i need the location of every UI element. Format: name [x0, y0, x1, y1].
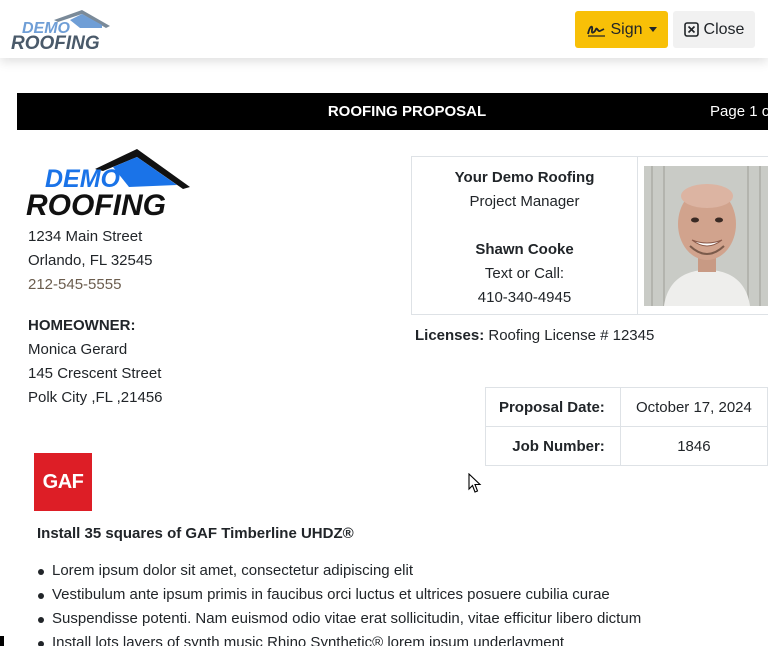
scope-bullet-list: Lorem ipsum dolor sit amet, consectetur …: [37, 559, 641, 646]
demo-roofing-logo[interactable]: DEMO ROOFING: [10, 8, 114, 52]
list-item: Lorem ipsum dolor sit amet, consectetur …: [37, 559, 641, 583]
contact-card: Your Demo Roofing Project Manager Shawn …: [411, 156, 768, 315]
page-indicator: Page 1 o: [710, 103, 768, 120]
contact-call-label: Text or Call:: [484, 265, 565, 282]
chevron-down-icon: [648, 27, 657, 32]
licenses-line: Licenses: Roofing License # 12345: [415, 327, 654, 344]
document-header-bar: ROOFING PROPOSAL Page 1 o: [17, 93, 768, 130]
contact-company: Your Demo Roofing: [454, 169, 595, 186]
close-button-label: Close: [703, 20, 745, 38]
homeowner-street: 145 Crescent Street: [28, 365, 162, 382]
company-street: 1234 Main Street: [28, 228, 143, 245]
company-phone-link[interactable]: 212-545-5555: [28, 273, 153, 297]
job-number-label: Job Number:: [485, 426, 621, 466]
licenses-label: Licenses:: [415, 327, 485, 344]
homeowner-name: Monica Gerard: [28, 341, 128, 358]
list-item: Vestibulum ante ipsum primis in faucibus…: [37, 583, 641, 607]
sign-button[interactable]: Sign: [575, 11, 668, 48]
close-icon: [683, 22, 699, 37]
svg-text:ROOFING: ROOFING: [11, 33, 100, 52]
proposal-date-label: Proposal Date:: [485, 387, 621, 427]
close-button[interactable]: Close: [673, 11, 755, 48]
contact-name: Shawn Cooke: [475, 241, 574, 258]
company-address: 1234 Main Street Orlando, FL 32545 212-5…: [28, 225, 153, 297]
table-row: Job Number: 1846: [485, 426, 768, 466]
install-title: Install 35 squares of GAF Timberline UHD…: [37, 525, 354, 542]
proposal-document: ROOFING PROPOSAL Page 1 o DEMO ROOFING 1…: [17, 93, 768, 646]
contact-divider: [637, 157, 638, 314]
homeowner-city: Polk City ,FL ,21456: [28, 389, 163, 406]
company-city: Orlando, FL 32545: [28, 252, 153, 269]
page-edge-marker: [0, 636, 4, 646]
sign-button-label: Sign: [610, 20, 643, 38]
contact-role: Project Manager: [469, 193, 580, 210]
contact-phone[interactable]: 410-340-4945: [412, 286, 637, 310]
table-row: Proposal Date: October 17, 2024: [485, 387, 768, 427]
contact-details: Your Demo Roofing Project Manager Shawn …: [412, 157, 637, 314]
svg-text:ROOFING: ROOFING: [26, 189, 166, 217]
gaf-logo: GAF: [34, 453, 92, 511]
signature-icon: [587, 25, 606, 37]
homeowner-label: HOMEOWNER:: [28, 317, 136, 334]
job-number-value: 1846: [619, 426, 768, 466]
licenses-value: Roofing License # 12345: [488, 327, 655, 344]
proposal-date-value: October 17, 2024: [619, 387, 768, 427]
manager-photo: [644, 166, 768, 306]
document-title: ROOFING PROPOSAL: [327, 103, 487, 120]
app-header: DEMO ROOFING Sign Close: [0, 0, 768, 58]
proposal-info-table: Proposal Date: October 17, 2024 Job Numb…: [485, 387, 768, 466]
mouse-cursor-icon: [468, 473, 482, 493]
list-item: Install lots layers of synth music Rhino…: [37, 631, 641, 646]
list-item: Suspendisse potenti. Nam euismod odio vi…: [37, 607, 641, 631]
company-logo: DEMO ROOFING: [26, 149, 190, 217]
homeowner-block: HOMEOWNER: Monica Gerard 145 Crescent St…: [28, 314, 163, 410]
